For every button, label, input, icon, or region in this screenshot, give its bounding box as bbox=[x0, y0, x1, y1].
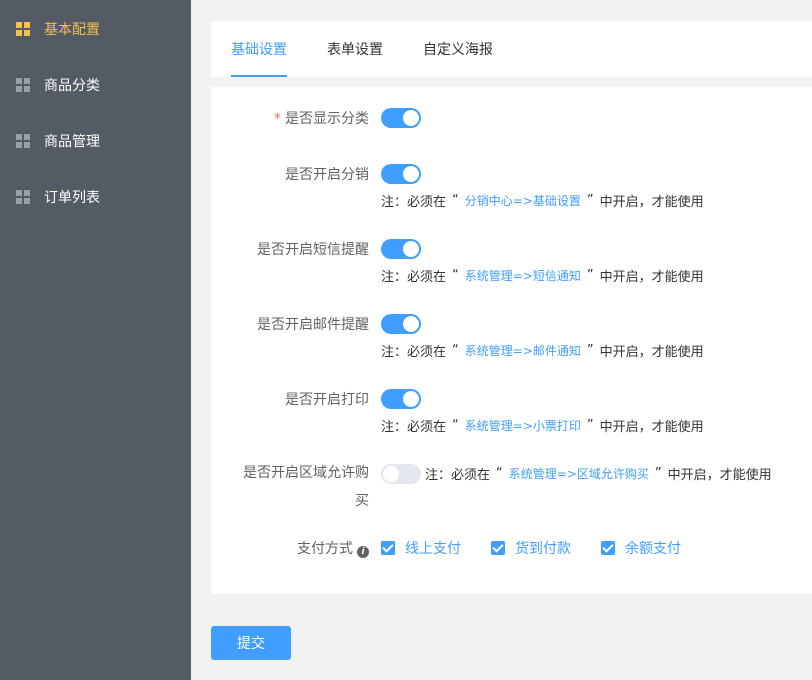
sidebar: 基本配置 商品分类 商品管理 订单列表 bbox=[0, 0, 191, 680]
sidebar-item-product-management[interactable]: 商品管理 bbox=[0, 113, 191, 169]
sidebar-item-label: 商品分类 bbox=[44, 78, 100, 94]
region-settings-link[interactable]: 系统管理=>区域允许购买 bbox=[509, 465, 649, 482]
payment-label: 支付方式 i bbox=[231, 538, 369, 558]
payment-option-balance[interactable]: 余额支付 bbox=[601, 538, 681, 558]
tab-custom-poster[interactable]: 自定义海报 bbox=[423, 21, 493, 77]
print-label: 是否开启打印 bbox=[285, 392, 369, 408]
email-note: 注：必须在 “ 系统管理=>邮件通知 ” 中开启，才能使用 bbox=[381, 342, 704, 360]
print-switch[interactable] bbox=[381, 389, 421, 409]
email-switch[interactable] bbox=[381, 314, 421, 334]
tab-form-settings[interactable]: 表单设置 bbox=[327, 21, 383, 77]
grid-icon bbox=[16, 134, 30, 148]
sidebar-item-product-category[interactable]: 商品分类 bbox=[0, 57, 191, 113]
sms-settings-link[interactable]: 系统管理=>短信通知 bbox=[465, 267, 581, 284]
show-category-label-text: 是否显示分类 bbox=[285, 111, 369, 127]
submit-button[interactable]: 提交 bbox=[211, 626, 291, 660]
required-mark: * bbox=[274, 111, 281, 127]
show-category-label: * 是否显示分类 bbox=[231, 108, 369, 128]
distribution-note: 注：必须在 “ 分销中心=>基础设置 ” 中开启，才能使用 bbox=[381, 192, 704, 210]
grid-icon bbox=[16, 190, 30, 204]
sidebar-item-basic-config[interactable]: 基本配置 bbox=[0, 1, 191, 57]
active-tab-indicator bbox=[231, 75, 287, 77]
checkbox-checked-icon[interactable] bbox=[381, 541, 395, 555]
region-note: 注：必须在 “ 系统管理=>区域允许购买 ” 中开启，才能使用 bbox=[425, 465, 772, 483]
sidebar-item-label: 订单列表 bbox=[44, 190, 100, 206]
settings-form: * 是否显示分类 是否开启分销 注：必须在 “ 分销中心=>基础设置 ” 中开启，… bbox=[211, 87, 812, 594]
print-settings-link[interactable]: 系统管理=>小票打印 bbox=[465, 417, 581, 434]
sms-switch[interactable] bbox=[381, 239, 421, 259]
region-switch[interactable] bbox=[381, 464, 421, 484]
grid-icon bbox=[16, 78, 30, 92]
sidebar-item-order-list[interactable]: 订单列表 bbox=[0, 169, 191, 225]
sidebar-item-label: 基本配置 bbox=[44, 22, 100, 38]
payment-option-cod[interactable]: 货到付款 bbox=[491, 538, 571, 558]
email-label: 是否开启邮件提醒 bbox=[257, 317, 369, 333]
region-label: 是否开启区域允许购 买 bbox=[243, 465, 369, 509]
checkbox-checked-icon[interactable] bbox=[491, 541, 505, 555]
sms-label: 是否开启短信提醒 bbox=[257, 242, 369, 258]
tab-basic-settings[interactable]: 基础设置 bbox=[231, 21, 287, 77]
grid-icon bbox=[16, 22, 30, 36]
distribution-settings-link[interactable]: 分销中心=>基础设置 bbox=[465, 192, 581, 209]
sms-note: 注：必须在 “ 系统管理=>短信通知 ” 中开启，才能使用 bbox=[381, 267, 704, 285]
distribution-label: 是否开启分销 bbox=[285, 167, 369, 183]
print-note: 注：必须在 “ 系统管理=>小票打印 ” 中开启，才能使用 bbox=[381, 417, 704, 435]
tab-bar: 基础设置 表单设置 自定义海报 bbox=[211, 21, 812, 77]
show-category-switch[interactable] bbox=[381, 108, 421, 128]
info-icon: i bbox=[357, 546, 369, 558]
payment-option-online[interactable]: 线上支付 bbox=[381, 538, 461, 558]
sidebar-item-label: 商品管理 bbox=[44, 134, 100, 150]
email-settings-link[interactable]: 系统管理=>邮件通知 bbox=[465, 342, 581, 359]
distribution-switch[interactable] bbox=[381, 164, 421, 184]
checkbox-checked-icon[interactable] bbox=[601, 541, 615, 555]
